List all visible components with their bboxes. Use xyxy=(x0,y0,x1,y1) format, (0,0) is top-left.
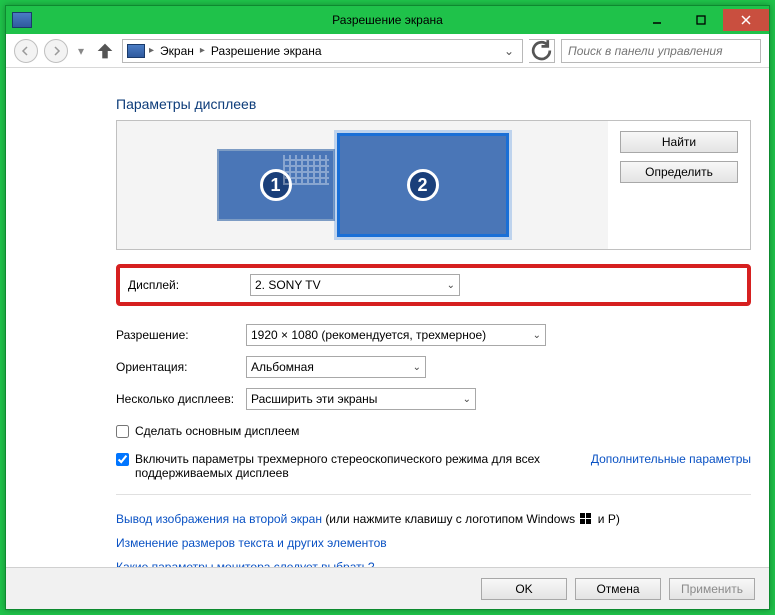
bottom-links: Вывод изображения на второй экран (или н… xyxy=(116,511,751,567)
address-bar[interactable]: ▸ Экран ▸ Разрешение экрана ⌄ xyxy=(122,39,523,63)
identify-button[interactable]: Определить xyxy=(620,161,738,183)
titlebar[interactable]: Разрешение экрана xyxy=(6,6,769,34)
dialog-footer: OK Отмена Применить xyxy=(6,567,769,609)
make-primary-checkbox[interactable] xyxy=(116,425,129,438)
window-frame: Разрешение экрана ▾ ▸ Экран ▸ Разрешение… xyxy=(5,5,770,610)
back-button[interactable] xyxy=(14,39,38,63)
navbar: ▾ ▸ Экран ▸ Разрешение экрана ⌄ xyxy=(6,34,769,68)
display-label: Дисплей: xyxy=(128,278,250,292)
maximize-button[interactable] xyxy=(679,9,723,31)
multi-display-value: Расширить эти экраны xyxy=(251,392,377,406)
make-primary-label: Сделать основным дисплеем xyxy=(135,424,299,438)
display-icon xyxy=(127,44,145,58)
monitor-side-buttons: Найти Определить xyxy=(608,121,750,249)
search-input[interactable] xyxy=(561,39,761,63)
monitor-number: 2 xyxy=(407,169,439,201)
ok-button[interactable]: OK xyxy=(481,578,567,600)
resolution-label: Разрешение: xyxy=(116,328,246,342)
advanced-settings-link[interactable]: Дополнительные параметры xyxy=(591,452,751,466)
minimize-button[interactable] xyxy=(635,9,679,31)
chevron-down-icon: ⌄ xyxy=(463,394,471,405)
separator xyxy=(116,494,751,495)
display-select[interactable]: 2. SONY TV ⌄ xyxy=(250,274,460,296)
section-title: Параметры дисплеев xyxy=(116,96,751,112)
chevron-right-icon: ▸ xyxy=(149,45,154,56)
orientation-select[interactable]: Альбомная ⌄ xyxy=(246,356,426,378)
monitor-preview-panel: 1 2 Найти Определить xyxy=(116,120,751,250)
second-screen-tail-b: и P) xyxy=(598,512,620,526)
chevron-right-icon: ▸ xyxy=(200,45,205,56)
detect-button[interactable]: Найти xyxy=(620,131,738,153)
chevron-down-icon: ⌄ xyxy=(413,362,421,373)
second-screen-line: Вывод изображения на второй экран (или н… xyxy=(116,511,751,526)
enable-3d-label: Включить параметры трехмерного стереоско… xyxy=(135,452,555,480)
second-screen-link[interactable]: Вывод изображения на второй экран xyxy=(116,512,322,526)
orientation-value: Альбомная xyxy=(251,360,314,374)
window-title: Разрешение экрана xyxy=(332,13,443,27)
second-screen-tail-a: (или нажмите клавишу с логотипом Windows xyxy=(325,512,578,526)
resolution-value: 1920 × 1080 (рекомендуется, трехмерное) xyxy=(251,328,486,342)
text-size-link[interactable]: Изменение размеров текста и других элеме… xyxy=(116,536,751,550)
apply-button[interactable]: Применить xyxy=(669,578,755,600)
history-dropdown[interactable]: ▾ xyxy=(74,40,88,62)
display-value: 2. SONY TV xyxy=(255,278,321,292)
refresh-button[interactable] xyxy=(529,39,555,63)
orientation-label: Ориентация: xyxy=(116,360,246,374)
breadcrumb-root[interactable]: Экран xyxy=(158,44,196,58)
multi-display-label: Несколько дисплеев: xyxy=(116,392,246,406)
content-area: Параметры дисплеев 1 2 Найти Определить … xyxy=(6,68,769,567)
enable-3d-checkbox[interactable] xyxy=(116,453,129,466)
address-dropdown[interactable]: ⌄ xyxy=(500,44,518,58)
monitor-canvas[interactable]: 1 2 xyxy=(117,121,608,249)
monitor-1[interactable]: 1 xyxy=(217,149,335,221)
forward-button[interactable] xyxy=(44,39,68,63)
monitor-decoration xyxy=(283,155,329,185)
app-icon xyxy=(12,12,32,28)
make-primary-row: Сделать основным дисплеем xyxy=(116,424,751,438)
resolution-select[interactable]: 1920 × 1080 (рекомендуется, трехмерное) … xyxy=(246,324,546,346)
display-row-highlight: Дисплей: 2. SONY TV ⌄ xyxy=(116,264,751,306)
close-button[interactable] xyxy=(723,9,769,31)
multi-display-select[interactable]: Расширить эти экраны ⌄ xyxy=(246,388,476,410)
which-settings-link[interactable]: Какие параметры монитора следует выбрать… xyxy=(116,560,751,567)
cancel-button[interactable]: Отмена xyxy=(575,578,661,600)
up-button[interactable] xyxy=(94,40,116,62)
chevron-down-icon: ⌄ xyxy=(533,330,541,341)
stereo-row: Включить параметры трехмерного стереоско… xyxy=(116,452,751,480)
monitor-2[interactable]: 2 xyxy=(337,133,509,237)
breadcrumb-current[interactable]: Разрешение экрана xyxy=(209,44,324,58)
windows-key-icon xyxy=(580,513,592,525)
chevron-down-icon: ⌄ xyxy=(447,280,455,291)
settings-form: Разрешение: 1920 × 1080 (рекомендуется, … xyxy=(116,324,751,410)
window-controls xyxy=(635,9,769,31)
